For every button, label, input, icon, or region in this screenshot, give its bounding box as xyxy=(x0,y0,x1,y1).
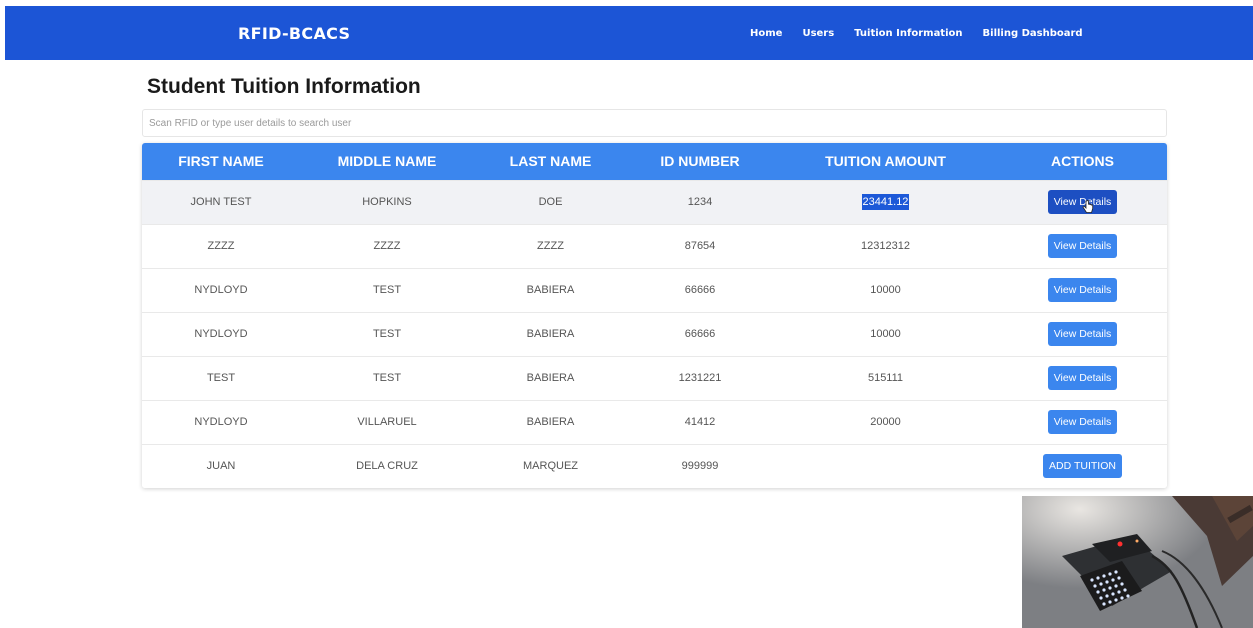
navbar: RFID-BCACS Home Users Tuition Informatio… xyxy=(5,6,1253,60)
cell-id-number: 999999 xyxy=(681,460,719,473)
cell-actions: View Details xyxy=(998,180,1167,224)
cell-middle-name: TEST xyxy=(372,328,402,340)
cell-middle-name: HOPKINS xyxy=(362,196,412,208)
tuition-table: FIRST NAME MIDDLE NAME LAST NAME ID NUMB… xyxy=(142,143,1167,488)
cell-first-name: ZZZZ xyxy=(207,240,235,252)
cell-actions: View Details xyxy=(998,400,1167,444)
cell-id-number: 1234 xyxy=(687,196,713,208)
cell-last-name: ZZZZ xyxy=(537,240,564,252)
column-header-first-name: FIRST NAME xyxy=(178,153,264,170)
cell-first-name: NYDLOYD xyxy=(194,416,248,428)
cell-first-name: TEST xyxy=(206,372,236,384)
table-row: NYDLOYD TEST BABIERA 66666 10000 View De… xyxy=(142,312,1167,356)
cell-last-name: BABIERA xyxy=(526,416,575,428)
view-details-button[interactable]: View Details xyxy=(1047,322,1118,346)
column-header-id-number: ID NUMBER xyxy=(660,153,740,170)
view-details-button[interactable]: View Details xyxy=(1047,366,1118,390)
table-row: ZZZZ ZZZZ ZZZZ 87654 12312312 View Detai… xyxy=(142,224,1167,268)
view-details-button[interactable]: View Details xyxy=(1047,234,1118,258)
brand-logo[interactable]: RFID-BCACS xyxy=(238,6,350,60)
table-row: JUAN DELA CRUZ MARQUEZ 999999 ADD TUITIO… xyxy=(142,444,1167,488)
table-header-row: FIRST NAME MIDDLE NAME LAST NAME ID NUMB… xyxy=(142,143,1167,180)
cell-last-name: BABIERA xyxy=(526,328,575,340)
cell-id-number: 1231221 xyxy=(678,372,722,384)
cell-middle-name: DELA CRUZ xyxy=(356,460,418,473)
webcam-scene-image xyxy=(1022,496,1253,628)
table-row: TEST TEST BABIERA 1231221 515111 View De… xyxy=(142,356,1167,400)
cell-last-name: DOE xyxy=(538,196,563,208)
webcam-overlay xyxy=(1022,496,1253,628)
column-header-middle-name: MIDDLE NAME xyxy=(337,153,437,170)
cell-last-name: BABIERA xyxy=(526,284,575,296)
selected-text[interactable]: 23441.12 xyxy=(861,194,910,210)
nav-links: Home Users Tuition Information Billing D… xyxy=(750,6,1083,60)
cell-first-name: JOHN TEST xyxy=(190,196,252,208)
cell-middle-name: TEST xyxy=(372,284,402,296)
nav-link-users[interactable]: Users xyxy=(802,28,834,39)
column-header-last-name: LAST NAME xyxy=(509,153,592,170)
cell-tuition-amount: 10000 xyxy=(870,284,901,296)
table-row: NYDLOYD VILLARUEL BABIERA 41412 20000 Vi… xyxy=(142,400,1167,444)
hand-cursor-icon xyxy=(1082,200,1093,213)
cell-first-name: JUAN xyxy=(206,460,236,473)
cell-last-name: MARQUEZ xyxy=(523,460,578,473)
table-row: NYDLOYD TEST BABIERA 66666 10000 View De… xyxy=(142,268,1167,312)
cell-actions: View Details xyxy=(998,268,1167,312)
cell-middle-name: TEST xyxy=(372,372,402,384)
nav-link-home[interactable]: Home xyxy=(750,28,782,39)
cell-first-name: NYDLOYD xyxy=(194,284,248,296)
cell-tuition-amount: 515111 xyxy=(867,372,904,384)
cell-id-number: 66666 xyxy=(684,328,716,340)
table-row: JOHN TEST HOPKINS DOE 1234 23441.12 View… xyxy=(142,180,1167,224)
add-tuition-button[interactable]: ADD TUITION xyxy=(1043,454,1122,479)
cell-tuition-amount xyxy=(773,444,998,488)
column-header-tuition-amount: TUITION AMOUNT xyxy=(825,153,946,170)
cell-actions: View Details xyxy=(998,312,1167,356)
view-details-button[interactable]: View Details xyxy=(1047,190,1118,214)
column-header-actions: ACTIONS xyxy=(1051,153,1114,170)
page-title: Student Tuition Information xyxy=(147,75,421,98)
cell-middle-name: ZZZZ xyxy=(373,240,401,252)
cell-tuition-amount: 10000 xyxy=(870,328,901,340)
cell-tuition-amount: 23441.12 xyxy=(773,180,998,224)
cell-id-number: 87654 xyxy=(684,240,716,252)
cell-id-number: 41412 xyxy=(684,416,716,428)
view-details-button[interactable]: View Details xyxy=(1047,410,1118,434)
cell-id-number: 66666 xyxy=(684,284,716,296)
cell-tuition-amount: 12312312 xyxy=(861,240,910,252)
cell-actions: View Details xyxy=(998,224,1167,268)
nav-link-tuition-information[interactable]: Tuition Information xyxy=(854,28,962,39)
cell-first-name: NYDLOYD xyxy=(194,328,248,340)
cell-actions: ADD TUITION xyxy=(998,444,1167,488)
cell-middle-name: VILLARUEL xyxy=(357,416,417,428)
cell-tuition-amount: 20000 xyxy=(870,416,901,428)
search-input[interactable] xyxy=(142,109,1167,137)
view-details-button[interactable]: View Details xyxy=(1047,278,1118,302)
nav-link-billing-dashboard[interactable]: Billing Dashboard xyxy=(983,28,1083,39)
cell-last-name: BABIERA xyxy=(526,372,575,384)
cell-actions: View Details xyxy=(998,356,1167,400)
